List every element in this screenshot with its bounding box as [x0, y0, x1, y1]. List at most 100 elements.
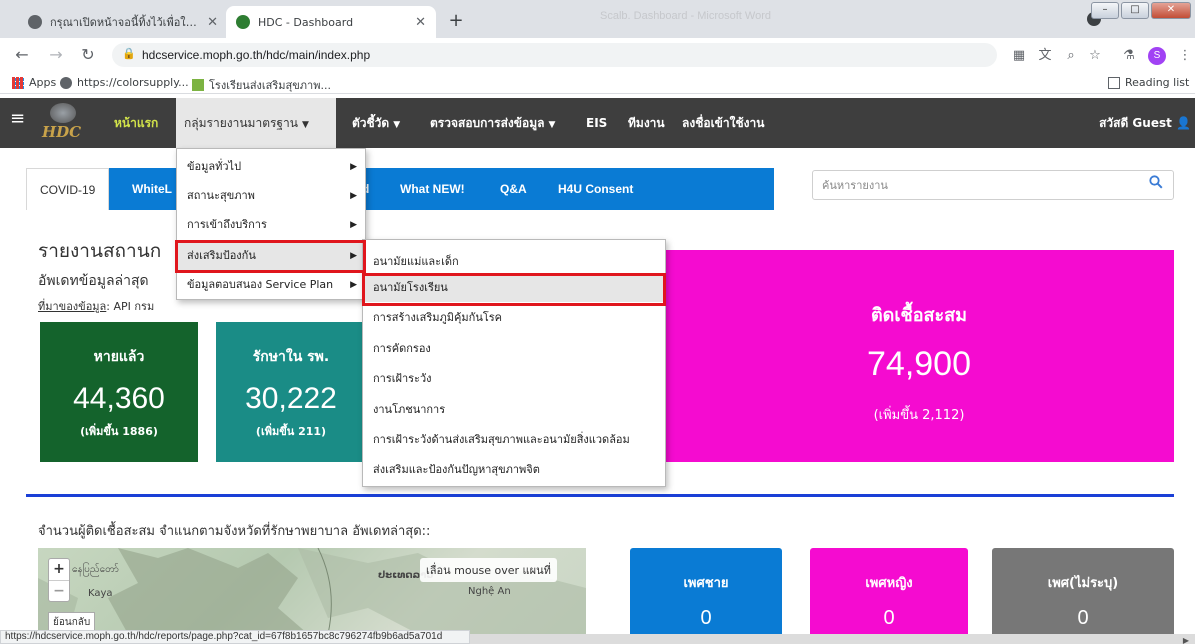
female-card: เพศหญิง 0	[810, 548, 968, 644]
extension-flask-icon[interactable]: ⚗	[1120, 47, 1138, 65]
new-tab-button[interactable]: +	[444, 10, 468, 34]
menu-item-general-info[interactable]: ข้อมูลทั่วไป ▶	[177, 153, 365, 181]
horizontal-scrollbar[interactable]	[470, 634, 1195, 644]
user-greeting[interactable]: สวัสดี Guest 👤	[1099, 98, 1191, 148]
nav-standard-reports[interactable]: กลุ่มรายงานมาตรฐาน ▼	[176, 98, 336, 148]
submenu-item-mental-health[interactable]: ส่งเสริมและป้องกันปัญหาสุขภาพจิต	[363, 456, 665, 484]
recovered-card: หายแล้ว 44,360 (เพิ่มขึ้น 1886)	[40, 322, 198, 462]
source-value: : API กรม	[106, 300, 155, 313]
caret-right-icon: ▶	[350, 280, 357, 290]
province-title: จำนวนผู้ติดเชื้อสะสม จำแนกตามจังหวัดที่ร…	[38, 524, 431, 539]
gender-value: 0	[1077, 607, 1089, 629]
menu-item-health-status[interactable]: สถานะสุขภาพ ▶	[177, 182, 365, 210]
bookmark-label: Reading list	[1125, 76, 1190, 89]
bookmark-colorsupply[interactable]: https://colorsupply...	[60, 76, 189, 89]
caret-down-icon: ▼	[548, 120, 556, 130]
window-controls: – □ ✕	[1091, 2, 1191, 19]
minimize-button[interactable]: –	[1091, 2, 1119, 19]
browser-tab-title: HDC - Dashboard	[258, 15, 354, 29]
status-bar-url: https://hdcservice.moph.go.th/hdc/report…	[0, 630, 470, 644]
card-delta: (เพิ่มขึ้น 211)	[255, 425, 327, 438]
card-value: 30,222	[245, 382, 337, 415]
gender-label: เพศหญิง	[865, 576, 913, 591]
reload-icon[interactable]: ↻	[78, 45, 98, 65]
nav-check-data[interactable]: ตรวจสอบการส่งข้อมูล ▼	[422, 98, 563, 148]
bookmark-apps[interactable]: Apps	[12, 76, 56, 89]
menu-item-service-plan[interactable]: ข้อมูลตอบสนอง Service Plan ▶	[177, 271, 365, 299]
gender-value: 0	[883, 607, 895, 629]
submenu-item-surveillance[interactable]: การเฝ้าระวัง	[363, 365, 665, 393]
globe-icon	[28, 15, 42, 29]
nav-indicators[interactable]: ตัวชี้วัด ▼	[344, 98, 408, 148]
url-text[interactable]: hdcservice.moph.go.th/hdc/main/index.php	[142, 48, 370, 62]
submenu-item-immunization[interactable]: การสร้างเสริมภูมิคุ้มกันโรค	[363, 304, 665, 332]
hospital-card: รักษาใน รพ. 30,222 (เพิ่มขึ้น 211)	[216, 322, 366, 462]
browser-tab-active[interactable]: HDC - Dashboard ✕	[226, 6, 436, 38]
card-label: หายแล้ว	[93, 349, 145, 365]
submenu-item-nutrition[interactable]: งานโภชนาการ	[363, 396, 665, 424]
browser-toolbar: ← → ↻ 🔒 hdcservice.moph.go.th/hdc/main/i…	[0, 38, 1195, 72]
tab-whitelist[interactable]: WhiteL	[132, 168, 172, 210]
submenu-item-environmental-surveillance[interactable]: การเฝ้าระวังด้านส่งเสริมสุขภาพและอนามัยส…	[363, 426, 665, 454]
bookmark-star-icon[interactable]: ☆	[1086, 47, 1104, 65]
qr-code-icon[interactable]: ▦	[1010, 47, 1028, 65]
unknown-gender-card: เพศ(ไม่ระบุ) 0	[992, 548, 1174, 644]
gender-label: เพศ(ไม่ระบุ)	[1047, 576, 1119, 591]
reading-list-icon	[1108, 76, 1120, 89]
hdc-favicon-icon	[236, 15, 250, 29]
nav-home[interactable]: หน้าแรก	[106, 98, 166, 148]
gender-value: 0	[700, 607, 712, 629]
nav-label: ตัวชี้วัด	[352, 116, 390, 130]
search-icon[interactable]	[1149, 175, 1163, 189]
menu-item-label: ส่งเสริมป้องกัน	[187, 249, 256, 262]
address-bar[interactable]: 🔒 hdcservice.moph.go.th/hdc/main/index.p…	[112, 43, 997, 67]
zoom-out-button[interactable]: −	[49, 580, 69, 601]
greeting-text: สวัสดี Guest	[1099, 116, 1172, 130]
menu-item-service-access[interactable]: การเข้าถึงบริการ ▶	[177, 211, 365, 239]
search-input[interactable]	[814, 172, 1134, 198]
bookmark-school[interactable]: โรงเรียนส่งเสริมสุขภาพ...	[192, 76, 331, 94]
caret-right-icon: ▶	[350, 162, 357, 172]
lock-icon: 🔒	[122, 47, 136, 60]
browser-tab-inactive[interactable]: กรุณาเปิดหน้าจอนี้ทิ้งไว้เพื่อใช้งาน Int…	[18, 6, 228, 38]
nav-label: ตรวจสอบการส่งข้อมูล	[430, 116, 545, 130]
translate-icon[interactable]: 文	[1036, 47, 1054, 65]
map-place-label: နေပြည်တော်	[72, 564, 119, 575]
nav-eis[interactable]: EIS	[578, 98, 615, 148]
scroll-right-icon[interactable]: ▶	[1183, 636, 1189, 644]
reading-list[interactable]: Reading list	[1108, 76, 1189, 89]
close-icon[interactable]: ✕	[207, 15, 218, 30]
more-menu-icon[interactable]: ⋮	[1176, 47, 1194, 65]
zoom-icon[interactable]: ⌕	[1062, 47, 1080, 65]
tab-qa[interactable]: Q&A	[500, 168, 527, 210]
nav-login[interactable]: ลงชื่อเข้าใช้งาน	[674, 98, 772, 148]
nav-team[interactable]: ทีมงาน	[620, 98, 673, 148]
nav-label: กลุ่มรายงานมาตรฐาน	[184, 116, 298, 130]
submenu-item-maternal-child[interactable]: อนามัยแม่และเด็ก	[363, 248, 665, 276]
standard-reports-menu: ข้อมูลทั่วไป ▶ สถานะสุขภาพ ▶ การเข้าถึงบริ…	[176, 148, 366, 300]
user-icon: 👤	[1176, 116, 1191, 130]
screen: กรุณาเปิดหน้าจอนี้ทิ้งไว้เพื่อใช้งาน Int…	[0, 0, 1195, 644]
province-map[interactable]: + − ย้อนกลับ နေပြည်တော် Kaya ປະເທດລາວ Ng…	[38, 548, 586, 634]
tab-covid[interactable]: COVID-19	[26, 168, 110, 210]
profile-avatar[interactable]: S	[1148, 47, 1166, 65]
section-divider	[26, 494, 1174, 497]
tab-whatnew[interactable]: What NEW!	[400, 168, 465, 210]
hdc-logo[interactable]: HDC	[40, 103, 90, 143]
caret-down-icon: ▼	[302, 120, 309, 130]
window-close-button[interactable]: ✕	[1151, 2, 1191, 19]
forward-arrow-icon[interactable]: →	[46, 45, 66, 65]
bookmark-label: Apps	[29, 76, 57, 89]
zoom-in-button[interactable]: +	[49, 559, 69, 580]
menu-item-promotion-prevention[interactable]: ส่งเสริมป้องกัน ▶	[177, 242, 365, 270]
tab-h4u-consent[interactable]: H4U Consent	[558, 168, 633, 210]
cumulative-card: ติดเชื้อสะสม 74,900 (เพิ่มขึ้น 2,112)	[664, 250, 1174, 462]
close-icon[interactable]: ✕	[415, 15, 426, 30]
report-title: รายงานสถานก	[38, 240, 162, 262]
submenu-item-school-health[interactable]: อนามัยโรงเรียน	[363, 274, 665, 302]
submenu-item-screening[interactable]: การคัดกรอง	[363, 335, 665, 363]
back-arrow-icon[interactable]: ←	[12, 45, 32, 65]
maximize-button[interactable]: □	[1121, 2, 1149, 19]
source-label[interactable]: ที่มาของข้อมูล	[38, 300, 106, 313]
hamburger-menu-icon[interactable]: ≡	[10, 108, 25, 129]
